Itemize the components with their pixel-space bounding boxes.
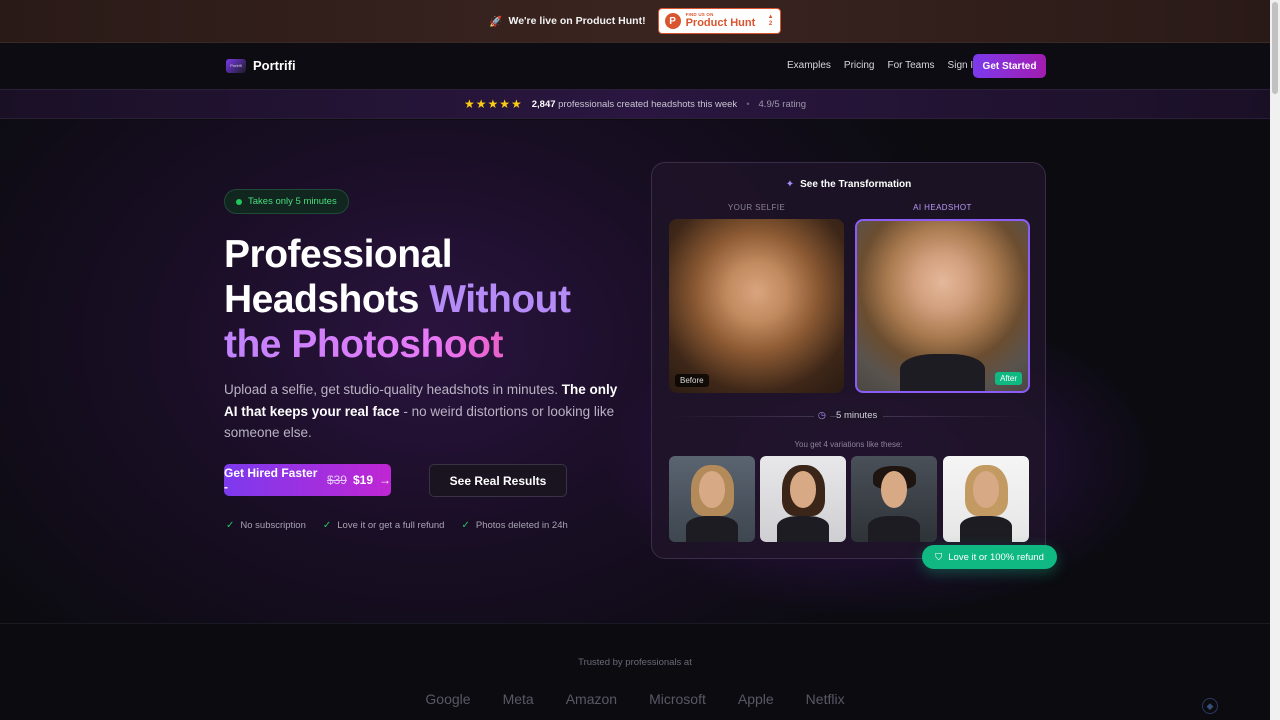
suit-shape [686, 516, 738, 542]
check-icon: ✓ [226, 520, 235, 531]
logo-microsoft: Microsoft [649, 691, 706, 707]
variation-thumbnail-3[interactable] [851, 456, 937, 542]
top-nav: Portrifi Portrifi Examples Pricing For T… [0, 43, 1270, 89]
before-tag: Before [675, 374, 709, 387]
face-shape [881, 471, 907, 508]
suit-shape [777, 516, 829, 542]
transformation-card: ✦ See the Transformation YOUR SELFIE AI … [651, 162, 1046, 559]
suit-shape [868, 516, 920, 542]
brand-name: Portrifi [253, 58, 296, 73]
time-pill: Takes only 5 minutes [224, 189, 349, 214]
shield-icon: ⛉ [935, 551, 943, 563]
check-icon: ✓ [322, 520, 332, 531]
variation-thumbnail-4[interactable] [943, 456, 1029, 542]
time-pill-text: Takes only 5 minutes [248, 196, 337, 207]
face-shape [790, 471, 816, 508]
banner-message-text: We're live on Product Hunt! [508, 15, 646, 27]
check-label: Love it or get a full refund [337, 520, 445, 531]
processing-time: ◷ 5 minutes [652, 410, 1045, 421]
get-started-button[interactable]: Get Started [973, 54, 1046, 78]
suit-shape [960, 516, 1012, 542]
social-proof-strip: ★★★★★ 2,847 professionals created headsh… [0, 89, 1270, 119]
nav-links: Examples Pricing For Teams Sign In [787, 60, 992, 71]
check-item: ✓ No subscription [226, 520, 306, 531]
brand[interactable]: Portrifi Portrifi [226, 58, 296, 73]
suit-shape [899, 353, 986, 391]
upvote-arrow-icon: ▲ [767, 14, 774, 21]
refund-badge-text: Love it or 100% refund [948, 551, 1044, 563]
face-shape [699, 471, 725, 508]
logo-google: Google [425, 691, 471, 707]
headshot-count-desc: professionals created headshots this wee… [558, 98, 738, 110]
page-scrollbar[interactable] [1270, 0, 1280, 720]
product-hunt-badge[interactable]: P FIND US ON Product Hunt ▲ 2 [657, 8, 781, 34]
nav-link-examples[interactable]: Examples [787, 60, 831, 71]
separator-dot: • [746, 98, 750, 110]
banner-message: 🚀 We're live on Product Hunt! [489, 15, 645, 28]
ph-big-text: Product Hunt [685, 16, 756, 29]
logo-amazon: Amazon [565, 691, 618, 707]
product-hunt-text: FIND US ON Product Hunt [686, 13, 756, 29]
see-real-results-button[interactable]: See Real Results [429, 464, 567, 497]
scrollbar-thumb[interactable] [1272, 2, 1278, 94]
headline-headshots: Headshots [224, 278, 419, 321]
card-title: ✦ See the Transformation [652, 179, 1045, 190]
rating-stars-icon: ★★★★★ [463, 97, 523, 111]
company-logos: Google Meta Amazon Microsoft Apple Netfl… [0, 691, 1270, 707]
variations-label: You get 4 variations like these: [794, 440, 903, 449]
check-item: ✓ Photos deleted in 24h [461, 520, 567, 531]
hero-subtext: Upload a selfie, get studio-quality head… [224, 379, 624, 444]
processing-time-text: 5 minutes [836, 410, 884, 421]
logo-apple: Apple [737, 691, 774, 707]
nav-link-pricing[interactable]: Pricing [844, 60, 875, 71]
subtext-a: Upload a selfie, get studio-quality head… [224, 382, 558, 397]
variation-thumbnail-1[interactable] [669, 456, 755, 542]
variation-thumbnail-2[interactable] [760, 456, 846, 542]
green-dot-icon [236, 198, 242, 205]
clock-icon: ◷ [813, 410, 831, 421]
refund-badge: ⛉ Love it or 100% refund [922, 545, 1057, 569]
ph-upvote-count: ▲ 2 [768, 14, 774, 27]
before-photo: Before [669, 219, 844, 393]
headline-without: Without [429, 278, 571, 321]
label-your-selfie: YOUR SELFIE [727, 203, 786, 212]
check-item: ✓ Love it or get a full refund [323, 520, 445, 531]
headline-line-2: Headshots Without [224, 277, 571, 322]
brand-logo-icon: Portrifi [226, 58, 246, 73]
card-title-text: See the Transformation [800, 179, 912, 190]
product-hunt-logo-icon: P [664, 13, 681, 29]
old-price: $39 [326, 473, 347, 487]
rating-score: 4.9/5 rating [758, 98, 807, 110]
benefit-checks: ✓ No subscription ✓ Love it or get a ful… [226, 520, 568, 531]
trusted-label: Trusted by professionals at [578, 657, 692, 668]
sparkle-icon: ✦ [785, 179, 795, 190]
face-shape [973, 471, 999, 508]
after-photo: After [855, 219, 1030, 393]
check-label: No subscription [240, 520, 306, 531]
after-tag: After [995, 372, 1022, 385]
arrow-right-icon: → [379, 473, 391, 487]
nav-link-for-teams[interactable]: For Teams [887, 60, 934, 71]
check-icon: ✓ [461, 520, 470, 531]
get-hired-faster-button[interactable]: Get Hired Faster - $39 $19 → [224, 464, 391, 496]
check-label: Photos deleted in 24h [475, 520, 568, 531]
headline-line-1: Professional [224, 233, 453, 276]
product-hunt-banner: 🚀 We're live on Product Hunt! P FIND US … [0, 0, 1270, 43]
hero-section: Takes only 5 minutes Professional Headsh… [0, 120, 1270, 623]
rocket-icon: 🚀 [489, 15, 503, 28]
social-proof-text: 2,847 professionals created headshots th… [532, 99, 737, 110]
headshot-count: 2,847 [531, 98, 556, 110]
new-price: $19 [352, 473, 373, 487]
cta-primary-label: Get Hired Faster - [224, 466, 318, 494]
hero-headline: Professional Headshots Without the Photo… [224, 232, 571, 367]
upvote-number: 2 [768, 21, 773, 27]
logo-netflix: Netflix [805, 691, 845, 707]
logo-meta: Meta [502, 691, 534, 707]
label-ai-headshot: AI HEADSHOT [913, 203, 972, 212]
corner-widget-icon[interactable]: ◆ [1202, 698, 1218, 714]
trusted-by-section: Trusted by professionals at Google Meta … [0, 623, 1270, 720]
headline-line-3: the Photoshoot [224, 322, 570, 367]
